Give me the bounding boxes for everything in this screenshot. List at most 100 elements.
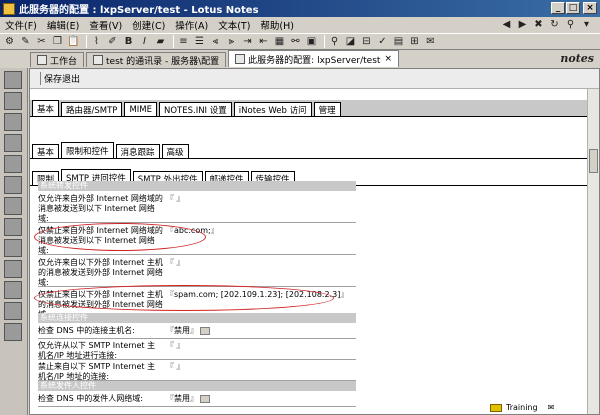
status-bar: Training ✉ bbox=[490, 400, 600, 415]
save-close-button[interactable]: 保存退出 bbox=[40, 72, 80, 85]
minimize-button[interactable]: _ bbox=[551, 2, 565, 14]
recycle-icon[interactable] bbox=[4, 281, 22, 299]
outdent-icon[interactable]: ⇤ bbox=[257, 35, 270, 48]
maximize-button[interactable]: □ bbox=[566, 2, 580, 14]
image-icon[interactable]: ▣ bbox=[305, 35, 318, 48]
dns-sender-select[interactable]: 『禁用』 bbox=[166, 394, 210, 404]
deny-smtp-hosts-field[interactable]: 『 』 bbox=[166, 362, 185, 372]
location-label[interactable]: Training bbox=[506, 403, 538, 412]
toolbar: ⚙ ✎ ✂ ❐ 📋 ⌇ ✐ B I ▰ ≡ ☰ ⫷ ⫸ ⇥ ⇤ ▦ ⚯ ▣ ⚲ … bbox=[0, 33, 600, 50]
tab-server-config[interactable]: 此服务器的配置: lxpServer/test × bbox=[228, 50, 399, 67]
dns-connect-row: 检查 DNS 中的连接主机名: 『禁用』 bbox=[38, 325, 356, 339]
subtab-basics[interactable]: 基本 bbox=[32, 144, 60, 158]
bullet-list-icon[interactable]: ≡ bbox=[177, 35, 190, 48]
paperclip-icon[interactable]: ⚲ bbox=[328, 35, 341, 48]
contacts-icon[interactable] bbox=[4, 134, 22, 152]
section-header-inbound-relay: 系统转发控件 bbox=[38, 181, 356, 191]
align-left-icon[interactable]: ⫷ bbox=[209, 35, 222, 48]
refresh-icon[interactable]: ↻ bbox=[548, 18, 561, 31]
paste-icon[interactable]: 📋 bbox=[67, 35, 80, 48]
pen-icon[interactable]: ✐ bbox=[106, 35, 119, 48]
chevron-down-icon[interactable] bbox=[200, 394, 210, 403]
vertical-scrollbar[interactable] bbox=[587, 89, 599, 414]
mail-status-icon[interactable]: ✉ bbox=[548, 403, 555, 412]
properties-icon[interactable]: ⊞ bbox=[408, 35, 421, 48]
home-icon[interactable] bbox=[4, 71, 22, 89]
subtab-advanced[interactable]: 高级 bbox=[161, 144, 189, 158]
allow-internet-domains-field[interactable]: 『 』 bbox=[166, 194, 185, 204]
chevron-down-icon[interactable] bbox=[200, 326, 210, 335]
help-bookmark-icon[interactable] bbox=[4, 323, 22, 341]
notes-logo: notes bbox=[560, 52, 594, 65]
spell-check-icon[interactable]: ✓ bbox=[376, 35, 389, 48]
tab-notes-ini[interactable]: NOTES.INI 设置 bbox=[158, 102, 232, 116]
attach-icon[interactable]: ⌇ bbox=[90, 35, 103, 48]
tab-workspace[interactable]: 工作台 bbox=[30, 52, 85, 67]
menu-bar: 文件(F) 编辑(E) 查看(V) 创建(C) 操作(A) 文本(T) 帮助(H… bbox=[0, 17, 600, 33]
main-tab-row: 基本 路由器/SMTP MIME NOTES.INI 设置 iNotes Web… bbox=[30, 100, 589, 117]
mail-bookmark-icon[interactable] bbox=[4, 92, 22, 110]
subtab-restrictions-controls[interactable]: 限制和控件 bbox=[61, 142, 114, 158]
sub-tab-row: 基本 限制和控件 消息跟踪 高级 bbox=[30, 142, 589, 159]
tab-router-smtp[interactable]: 路由器/SMTP bbox=[61, 102, 123, 116]
close-button[interactable]: × bbox=[583, 2, 597, 14]
menu-view[interactable]: 查看(V) bbox=[84, 18, 127, 32]
window-title: 此服务器的配置 : lxpServer/test - Lotus Notes bbox=[19, 5, 259, 16]
allow-smtp-hosts-row: 仅允许从以下 SMTP Internet 主机名/IP 地址进行连接: 『 』 bbox=[38, 340, 356, 360]
domino-icon[interactable] bbox=[4, 302, 22, 320]
address-book-icon bbox=[93, 55, 104, 65]
document-content: 保存退出 基本 路由器/SMTP MIME NOTES.INI 设置 iNote… bbox=[29, 68, 600, 415]
tab-mime[interactable]: MIME bbox=[124, 102, 157, 116]
menu-text[interactable]: 文本(T) bbox=[213, 18, 255, 32]
tab-close-icon[interactable]: × bbox=[384, 54, 392, 64]
dns-sender-row: 检查 DNS 中的发件人网络域: 『禁用』 bbox=[38, 393, 356, 407]
section-header-smtp-connection: 系统连接控件 bbox=[38, 313, 356, 323]
dns-connect-select[interactable]: 『禁用』 bbox=[166, 326, 210, 336]
more-bookmarks-icon[interactable] bbox=[4, 239, 22, 257]
tools-icon[interactable] bbox=[4, 260, 22, 278]
forward-icon[interactable]: ▶ bbox=[516, 18, 529, 31]
number-list-icon[interactable]: ☰ bbox=[193, 35, 206, 48]
allow-internet-hosts-row: 仅允许来自以下外部 Internet 主机的消息被发送到外部 Internet … bbox=[38, 257, 356, 287]
dns-sender-label: 检查 DNS 中的发件人网络域: bbox=[38, 394, 144, 403]
mail-icon[interactable]: ✉ bbox=[424, 35, 437, 48]
menu-file[interactable]: 文件(F) bbox=[0, 18, 42, 32]
tab-inotes-web[interactable]: iNotes Web 访问 bbox=[233, 102, 312, 116]
dropdown-icon[interactable]: ▾ bbox=[580, 18, 593, 31]
tab-admin[interactable]: 管理 bbox=[313, 102, 341, 116]
link-icon[interactable]: ⚯ bbox=[289, 35, 302, 48]
subtab-message-tracking[interactable]: 消息跟踪 bbox=[115, 144, 160, 158]
allow-smtp-hosts-field[interactable]: 『 』 bbox=[166, 341, 185, 351]
menu-help[interactable]: 帮助(H) bbox=[255, 18, 299, 32]
page-icon[interactable]: ▤ bbox=[392, 35, 405, 48]
databases-icon[interactable] bbox=[4, 218, 22, 236]
annotation-circle-2 bbox=[34, 285, 334, 311]
italic-icon[interactable]: I bbox=[138, 35, 151, 48]
section-icon[interactable]: ⊟ bbox=[360, 35, 373, 48]
table-icon[interactable]: ▦ bbox=[273, 35, 286, 48]
menu-edit[interactable]: 编辑(E) bbox=[42, 18, 84, 32]
stop-icon[interactable]: ✖ bbox=[532, 18, 545, 31]
favorites-icon[interactable] bbox=[4, 197, 22, 215]
tab-address-book[interactable]: test 的通讯录 - 服务器\配置 bbox=[86, 52, 227, 67]
workspace-icon bbox=[37, 55, 47, 65]
cut-icon[interactable]: ✂ bbox=[35, 35, 48, 48]
search-icon[interactable]: ⚲ bbox=[564, 18, 577, 31]
copy-icon[interactable]: ❐ bbox=[51, 35, 64, 48]
align-right-icon[interactable]: ⫸ bbox=[225, 35, 238, 48]
highlight-icon[interactable]: ▰ bbox=[154, 35, 167, 48]
edit-icon[interactable]: ✎ bbox=[19, 35, 32, 48]
menu-actions[interactable]: 操作(A) bbox=[170, 18, 213, 32]
bold-icon[interactable]: B bbox=[122, 35, 135, 48]
replicator-icon[interactable] bbox=[4, 176, 22, 194]
todo-icon[interactable] bbox=[4, 155, 22, 173]
calendar-icon[interactable] bbox=[4, 113, 22, 131]
tab-basics[interactable]: 基本 bbox=[32, 100, 60, 116]
scrollbar-thumb[interactable] bbox=[589, 149, 598, 173]
menu-create[interactable]: 创建(C) bbox=[127, 18, 170, 32]
indent-icon[interactable]: ⇥ bbox=[241, 35, 254, 48]
gear-icon[interactable]: ⚙ bbox=[3, 35, 16, 48]
hotspot-icon[interactable]: ◪ bbox=[344, 35, 357, 48]
back-icon[interactable]: ◀ bbox=[500, 18, 513, 31]
allow-internet-hosts-field[interactable]: 『 』 bbox=[166, 258, 185, 268]
